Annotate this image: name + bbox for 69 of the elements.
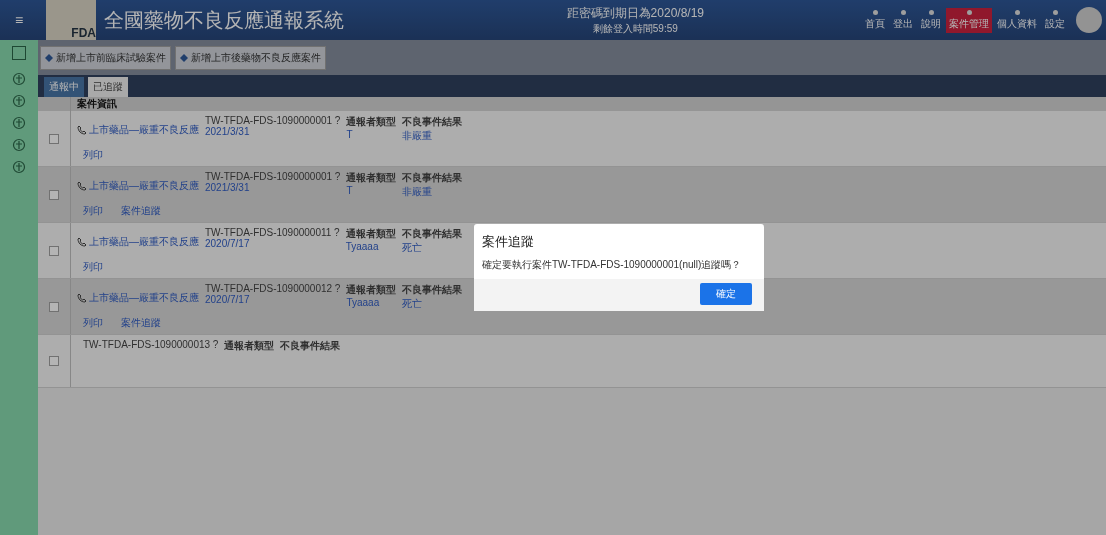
dialog-message: 確定要執行案件TW-TFDA-FDS-1090000001(null)追蹤嗎？ — [481, 258, 743, 272]
nav-button[interactable]: 說明 — [918, 7, 944, 33]
column-header: 案件資訊 — [76, 97, 117, 111]
confirm-button[interactable]: 確定 — [700, 283, 752, 305]
action-link[interactable]: 案件追蹤 — [121, 204, 161, 218]
field-label: 不良事件結果 — [280, 339, 341, 353]
system-title: 全國藥物不良反應通報系統 — [104, 6, 344, 34]
row-checkbox[interactable] — [49, 133, 59, 144]
case-date: 2020/7/17 — [205, 238, 251, 249]
field-label: 不良事件結果 — [402, 283, 463, 297]
tab[interactable]: 已追蹤 — [88, 77, 128, 97]
action-link[interactable]: 列印 — [83, 204, 103, 218]
field-label: 不良事件結果 — [401, 227, 462, 241]
add-case-button[interactable]: 新增上市前臨床試驗案件 — [40, 45, 171, 70]
case-id: TW-TFDA-FDS-1090000001 ? — [205, 171, 341, 182]
row-checkbox[interactable] — [49, 189, 59, 200]
case-id: TW-TFDA-FDS-1090000013 ? — [83, 339, 219, 350]
case-date: 2020/7/17 — [205, 294, 251, 305]
field-value: 非嚴重 — [402, 185, 434, 199]
row-checkbox[interactable] — [49, 301, 59, 312]
field-label: 通報者類型 — [224, 339, 275, 353]
phone-icon — [77, 125, 87, 135]
case-type-link[interactable]: 上市藥品—嚴重不良反應 — [89, 291, 199, 305]
action-link[interactable]: 列印 — [83, 316, 103, 330]
case-date: 2021/3/31 — [205, 182, 251, 193]
diamond-icon — [45, 53, 53, 62]
nav-button[interactable]: 首頁 — [862, 7, 888, 33]
action-link[interactable]: 列印 — [83, 148, 103, 162]
field-value: T — [346, 129, 354, 140]
field-value: Tyaaaa — [345, 241, 380, 252]
action-link[interactable]: 案件追蹤 — [121, 316, 161, 330]
case-type-link[interactable]: 上市藥品—嚴重不良反應 — [89, 123, 199, 137]
case-id: TW-TFDA-FDS-1090000011 ? — [205, 227, 340, 238]
field-value: Tyaaaa — [346, 297, 381, 308]
field-label: 通報者類型 — [345, 227, 396, 241]
nav-button[interactable]: 登出 — [890, 7, 916, 33]
row-checkbox[interactable] — [49, 356, 59, 366]
case-type-link[interactable]: 上市藥品—嚴重不良反應 — [89, 179, 199, 193]
row-checkbox[interactable] — [49, 245, 59, 256]
case-type-link[interactable]: 上市藥品—嚴重不良反應 — [89, 235, 199, 249]
avatar[interactable] — [1076, 7, 1102, 33]
menu-icon[interactable]: ≡ — [0, 12, 38, 28]
case-date: 2021/3/31 — [205, 126, 251, 137]
field-value: 死亡 — [401, 241, 423, 255]
case-id: TW-TFDA-FDS-1090000012 ? — [205, 283, 341, 294]
field-label: 通報者類型 — [346, 115, 397, 129]
field-label: 通報者類型 — [346, 171, 397, 185]
phone-icon — [77, 181, 87, 191]
phone-icon — [77, 237, 87, 247]
field-label: 不良事件結果 — [402, 115, 463, 129]
field-value: 死亡 — [402, 297, 424, 311]
nav-button[interactable]: 個人資料 — [994, 7, 1040, 33]
action-link[interactable]: 列印 — [83, 260, 103, 274]
nav-button[interactable]: 案件管理 — [946, 7, 992, 33]
diamond-icon — [180, 53, 188, 62]
field-label: 不良事件結果 — [402, 171, 463, 185]
square-icon[interactable] — [12, 46, 26, 60]
session-notice: 剩餘登入時間59:59 — [592, 21, 678, 36]
field-value: 非嚴重 — [402, 129, 434, 143]
dialog-title: 案件追蹤 — [481, 233, 535, 251]
phone-icon — [77, 293, 87, 303]
tab[interactable]: 通報中 — [44, 77, 84, 97]
field-value: T — [346, 185, 354, 196]
password-notice: 距密碼到期日為2020/8/19 — [566, 4, 704, 22]
nav-button[interactable]: 設定 — [1042, 7, 1068, 33]
case-id: TW-TFDA-FDS-1090000001 ? — [205, 115, 341, 126]
logo: FDA — [46, 0, 96, 40]
field-label: 通報者類型 — [346, 283, 397, 297]
add-case-button[interactable]: 新增上市後藥物不良反應案件 — [175, 45, 326, 70]
